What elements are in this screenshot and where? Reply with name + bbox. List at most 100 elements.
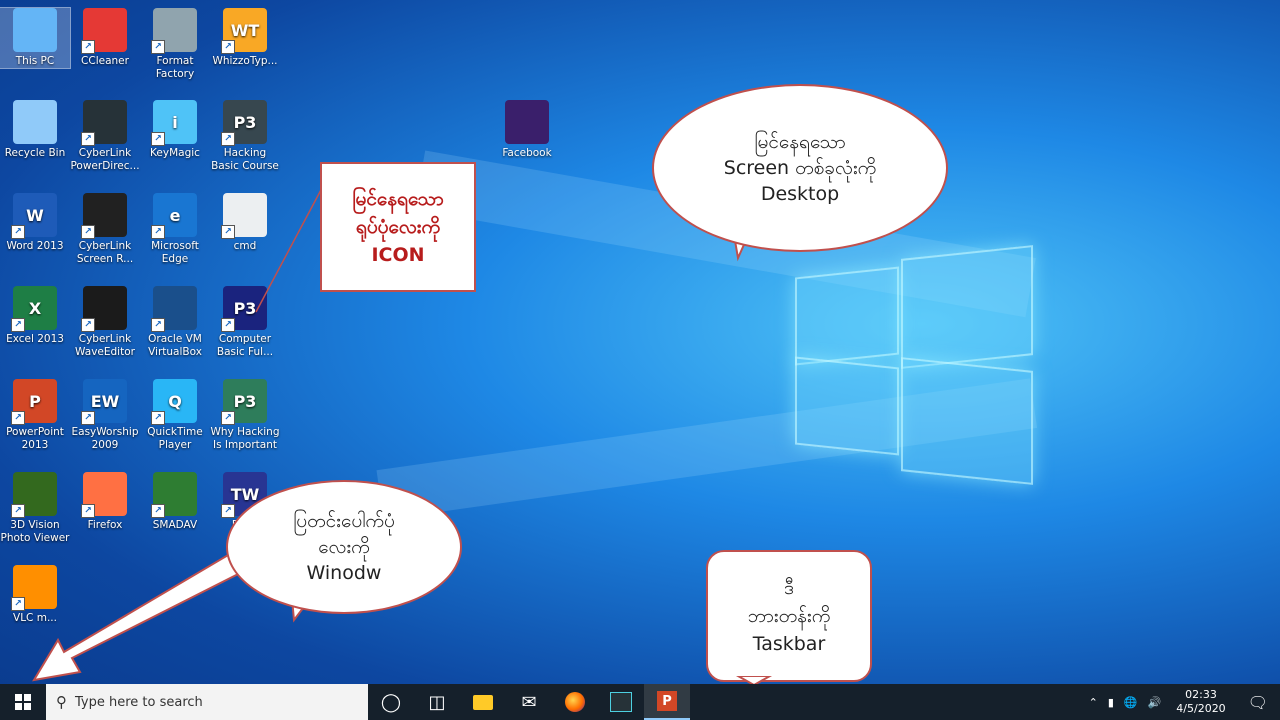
shortcut-arrow-icon: ↗ bbox=[11, 597, 25, 611]
desktop-callout-line2: Screen တစ်ခုလုံးကို bbox=[723, 157, 877, 179]
desktop-icon-label: Format Factory bbox=[155, 55, 195, 80]
shortcut-arrow-icon: ↗ bbox=[221, 504, 235, 518]
pptx-file-icon: P3 ↗ bbox=[221, 379, 267, 425]
ccleaner-icon: ↗ bbox=[81, 8, 127, 54]
desktop-icon-label: WhizzoTyp... bbox=[212, 55, 278, 67]
desktop-icon-label: Firefox bbox=[87, 519, 123, 531]
desktop-icon-label: Facebook bbox=[502, 147, 552, 159]
window-callout-line1: ပြတင်းပေါက်ပုံ bbox=[293, 510, 395, 532]
desktop-icon[interactable]: P3 ↗ Hacking Basic Course bbox=[210, 100, 280, 173]
desktop-icon[interactable]: X ↗ Excel 2013 bbox=[0, 286, 70, 346]
shortcut-arrow-icon: ↗ bbox=[11, 225, 25, 239]
desktop-icon[interactable]: ↗ Format Factory bbox=[140, 8, 210, 81]
desktop-icon-label: Why Hacking Is Important bbox=[210, 426, 280, 451]
facebook-firefox-icon bbox=[505, 100, 549, 144]
shortcut-arrow-icon: ↗ bbox=[221, 411, 235, 425]
desktop-icon[interactable]: EW ↗ EasyWorship 2009 bbox=[70, 379, 140, 452]
shortcut-arrow-icon: ↗ bbox=[151, 411, 165, 425]
shortcut-arrow-icon: ↗ bbox=[151, 504, 165, 518]
desktop-icon-label: Recycle Bin bbox=[4, 147, 66, 159]
smadav-icon: ↗ bbox=[151, 472, 197, 518]
desktop-icon[interactable]: Recycle Bin bbox=[0, 100, 70, 160]
mail-button[interactable]: ✉ bbox=[506, 684, 552, 720]
desktop-icon[interactable]: Facebook bbox=[492, 100, 562, 160]
network-globe-icon[interactable]: 🌐 bbox=[1119, 696, 1143, 709]
windows-start-icon bbox=[15, 694, 31, 710]
desktop-icon[interactable]: ↗ CyberLink PowerDirec... bbox=[70, 100, 140, 173]
search-icon: ⚲ bbox=[56, 693, 67, 711]
desktop-icon[interactable]: ↗ CyberLink WaveEditor bbox=[70, 286, 140, 359]
powerpoint-icon: P bbox=[657, 691, 677, 711]
window-arrow bbox=[32, 546, 256, 682]
powerpoint-icon: P ↗ bbox=[11, 379, 57, 425]
desktop-icon[interactable]: e ↗ Microsoft Edge bbox=[140, 193, 210, 266]
notification-icon[interactable]: 🗨 bbox=[1236, 693, 1280, 712]
callout-tail bbox=[735, 676, 773, 684]
task-view-icon: ◫ bbox=[428, 691, 446, 713]
3d-vision-icon: ↗ bbox=[11, 472, 57, 518]
desktop-icon-label: CyberLink Screen R... bbox=[76, 240, 134, 265]
chevron-up-icon[interactable]: ⌃ bbox=[1084, 696, 1103, 709]
desktop-icon-label: CCleaner bbox=[81, 55, 129, 67]
shortcut-arrow-icon: ↗ bbox=[221, 40, 235, 54]
desktop-icon[interactable]: ↗ SMADAV bbox=[140, 472, 210, 532]
desktop-icon[interactable]: WT ↗ WhizzoTyp... bbox=[210, 8, 280, 68]
shortcut-arrow-icon: ↗ bbox=[81, 318, 95, 332]
system-tray: ⌃ ▮ 🌐 🔊 02:33 4/5/2020 🗨 bbox=[1084, 684, 1280, 720]
desktop-icon[interactable]: ↗ CyberLink Screen R... bbox=[70, 193, 140, 266]
shortcut-arrow-icon: ↗ bbox=[221, 132, 235, 146]
shortcut-arrow-icon: ↗ bbox=[221, 225, 235, 239]
volume-icon[interactable]: 🔊 bbox=[1143, 696, 1167, 709]
powerpoint-taskbar-button[interactable]: P bbox=[644, 684, 690, 720]
desktop-icon[interactable]: ↗ Firefox bbox=[70, 472, 140, 532]
recycle-bin-icon bbox=[13, 100, 57, 144]
desktop-icon[interactable]: ↗ CCleaner bbox=[70, 8, 140, 68]
desktop-icon[interactable]: This PC bbox=[0, 7, 71, 69]
start-button[interactable] bbox=[0, 684, 46, 720]
desktop-icon-label: EasyWorship 2009 bbox=[71, 426, 139, 451]
window-callout-line2: လေးကို bbox=[318, 536, 370, 558]
virtualbox-icon: ↗ bbox=[151, 286, 197, 332]
task-view-button[interactable]: ◫ bbox=[414, 684, 460, 720]
screen-recorder-taskbar-button[interactable] bbox=[598, 684, 644, 720]
desktop-callout-line3: Desktop bbox=[760, 183, 840, 205]
desktop-icon-label: This PC bbox=[15, 55, 55, 67]
circle-icon: ◯ bbox=[380, 691, 402, 713]
desktop[interactable]: This PC ↗ CCleaner ↗ Format Factory WT ↗ Whizzo… bbox=[0, 0, 1280, 684]
desktop-icon[interactable]: i ↗ KeyMagic bbox=[140, 100, 210, 160]
desktop-icon[interactable]: ↗ Oracle VM VirtualBox bbox=[140, 286, 210, 359]
icon-callout: မြင်နေရသော ရုပ်ပုံလေးကို ICON bbox=[320, 162, 476, 292]
cortana-button[interactable]: ◯ bbox=[368, 684, 414, 720]
taskbar-callout-line3: Taskbar bbox=[752, 633, 826, 655]
shortcut-arrow-icon: ↗ bbox=[151, 40, 165, 54]
shortcut-arrow-icon: ↗ bbox=[81, 132, 95, 146]
format-factory-icon: ↗ bbox=[151, 8, 197, 54]
desktop-icon-label: KeyMagic bbox=[150, 147, 200, 159]
desktop-icon[interactable]: Q ↗ QuickTime Player bbox=[140, 379, 210, 452]
search-box[interactable]: ⚲ Type here to search bbox=[46, 684, 368, 720]
quicktime-icon: Q ↗ bbox=[151, 379, 197, 425]
firefox-icon bbox=[565, 692, 585, 712]
icon-callout-line1: မြင်နေရသော bbox=[352, 188, 444, 210]
shortcut-arrow-icon: ↗ bbox=[11, 318, 25, 332]
window-callout-line3: Winodw bbox=[306, 562, 382, 584]
desktop-icon-label: QuickTime Player bbox=[147, 426, 203, 451]
desktop-icon[interactable]: P ↗ PowerPoint 2013 bbox=[0, 379, 70, 452]
desktop-icon-label: CyberLink WaveEditor bbox=[75, 333, 135, 358]
desktop-icon[interactable]: P3 ↗ Why Hacking Is Important bbox=[210, 379, 280, 452]
firefox-taskbar-button[interactable] bbox=[552, 684, 598, 720]
screen-recorder-icon bbox=[610, 692, 632, 712]
file-explorer-button[interactable] bbox=[460, 684, 506, 720]
desktop-icon[interactable]: ↗ 3D Vision Photo Viewer bbox=[0, 472, 70, 545]
clock-date: 4/5/2020 bbox=[1176, 702, 1226, 715]
pc-icon bbox=[13, 8, 57, 52]
battery-icon[interactable]: ▮ bbox=[1103, 696, 1119, 709]
clock[interactable]: 02:33 4/5/2020 bbox=[1166, 688, 1235, 716]
excel-icon: X ↗ bbox=[11, 286, 57, 332]
shortcut-arrow-icon: ↗ bbox=[81, 411, 95, 425]
desktop-callout: မြင်နေရသော Screen တစ်ခုလုံးကို Desktop bbox=[652, 84, 948, 252]
shortcut-arrow-icon: ↗ bbox=[81, 225, 95, 239]
clock-time: 02:33 bbox=[1185, 688, 1217, 701]
desktop-icon[interactable]: W ↗ Word 2013 bbox=[0, 193, 70, 253]
desktop-icon-label: Word 2013 bbox=[6, 240, 64, 252]
